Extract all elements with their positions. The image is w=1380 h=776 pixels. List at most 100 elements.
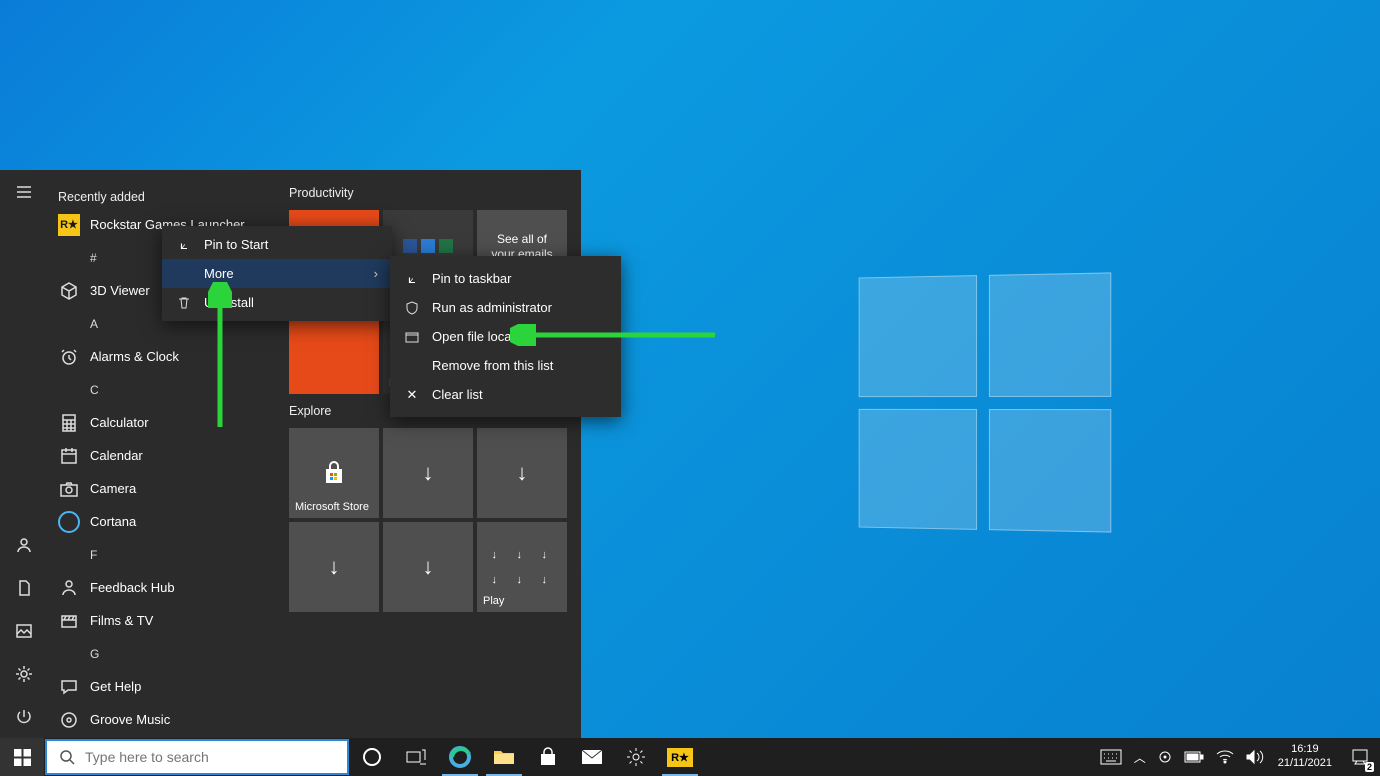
app-groove[interactable]: Groove Music <box>48 703 289 736</box>
taskbar-explorer[interactable] <box>482 738 526 776</box>
rockstar-icon: R★ <box>667 748 693 767</box>
letter-g[interactable]: G <box>48 637 289 670</box>
pin-icon: ⟀ <box>176 237 192 253</box>
film-icon <box>58 610 80 632</box>
task-view-button[interactable] <box>394 738 438 776</box>
tray-chevron[interactable]: ︿ <box>1128 738 1152 776</box>
app-films[interactable]: Films & TV <box>48 604 289 637</box>
camera-icon <box>58 478 80 500</box>
tray-volume[interactable] <box>1240 738 1270 776</box>
ctx-pin-start[interactable]: ⟀ Pin to Start <box>162 230 392 259</box>
gear-icon <box>626 747 646 767</box>
taskbar-edge[interactable] <box>438 738 482 776</box>
power-icon[interactable] <box>0 695 48 738</box>
tile-download-2[interactable]: ↓ <box>477 428 567 518</box>
ctx-clear[interactable]: ✕ Clear list <box>390 380 621 409</box>
taskbar-store[interactable] <box>526 738 570 776</box>
mail-icon <box>581 749 603 765</box>
close-icon: ✕ <box>404 387 420 403</box>
location-icon <box>1158 750 1172 764</box>
desktop: Recently added R★ Rockstar Games Launche… <box>0 0 1380 776</box>
windows-icon <box>14 749 31 766</box>
download-icon: ↓ <box>329 554 340 580</box>
start-button[interactable] <box>0 738 44 776</box>
app-calculator[interactable]: Calculator <box>48 406 289 439</box>
taskbar-mail[interactable] <box>570 738 614 776</box>
ctx-more[interactable]: More › <box>162 259 392 288</box>
ctx-open-location[interactable]: Open file location <box>390 322 621 351</box>
ctx-pin-taskbar[interactable]: ⟀ Pin to taskbar <box>390 264 621 293</box>
search-box[interactable] <box>45 739 349 775</box>
tile-download-1[interactable]: ↓ <box>383 428 473 518</box>
app-camera[interactable]: Camera <box>48 472 289 505</box>
tile-download-3[interactable]: ↓ <box>289 522 379 612</box>
letter-f[interactable]: F <box>48 538 289 571</box>
ctx-uninstall[interactable]: Uninstall <box>162 288 392 317</box>
pin-icon: ⟀ <box>404 271 420 287</box>
pictures-icon[interactable] <box>0 609 48 652</box>
context-menu-more: ⟀ Pin to taskbar Run as administrator Op… <box>390 256 621 417</box>
bag-icon <box>320 459 348 487</box>
system-tray: ︿ 16:19 21/11/2021 2 <box>1094 738 1380 776</box>
user-icon[interactable] <box>0 523 48 566</box>
disc-icon <box>58 709 80 731</box>
tray-keyboard[interactable] <box>1094 738 1128 776</box>
chevron-right-icon: › <box>374 266 378 281</box>
search-input[interactable] <box>85 749 335 765</box>
ctx-remove[interactable]: Remove from this list <box>390 351 621 380</box>
folder-icon <box>493 748 515 766</box>
tray-clock[interactable]: 16:19 21/11/2021 <box>1270 743 1340 771</box>
wifi-icon <box>1216 750 1234 764</box>
calculator-icon <box>58 412 80 434</box>
tile-play[interactable]: ↓↓↓↓↓↓ Play <box>477 522 567 612</box>
tray-location[interactable] <box>1152 738 1178 776</box>
taskbar-rockstar[interactable]: R★ <box>658 738 702 776</box>
cortana-icon <box>58 511 80 533</box>
taskbar: R★ ︿ 16:19 21/11/2021 2 <box>0 738 1380 776</box>
tray-wifi[interactable] <box>1210 738 1240 776</box>
chevron-up-icon: ︿ <box>1134 749 1146 766</box>
tray-battery[interactable] <box>1178 738 1210 776</box>
ctx-run-admin[interactable]: Run as administrator <box>390 293 621 322</box>
tray-time-text: 16:19 <box>1291 743 1319 757</box>
cube-icon <box>58 280 80 302</box>
start-rail <box>0 170 48 738</box>
cortana-button[interactable] <box>350 738 394 776</box>
battery-icon <box>1184 751 1204 763</box>
context-menu-app: ⟀ Pin to Start More › Uninstall <box>162 226 392 321</box>
app-gethelp[interactable]: Get Help <box>48 670 289 703</box>
rockstar-icon: R★ <box>58 214 80 236</box>
app-calendar[interactable]: Calendar <box>48 439 289 472</box>
tile-store[interactable]: Microsoft Store <box>289 428 379 518</box>
folder-icon <box>404 330 420 344</box>
tile-download-4[interactable]: ↓ <box>383 522 473 612</box>
shield-icon <box>404 301 420 315</box>
search-icon <box>59 749 75 765</box>
productivity-header: Productivity <box>289 186 571 200</box>
hamburger-icon[interactable] <box>0 170 48 213</box>
recently-added-header: Recently added <box>48 186 289 208</box>
bag-icon <box>538 747 558 767</box>
app-feedback[interactable]: Feedback Hub <box>48 571 289 604</box>
calendar-icon <box>58 445 80 467</box>
windows-logo <box>859 272 1112 532</box>
trash-icon <box>176 296 192 310</box>
cortana-icon <box>363 748 381 766</box>
app-alarms[interactable]: Alarms & Clock <box>48 340 289 373</box>
taskbar-settings[interactable] <box>614 738 658 776</box>
tray-notifications[interactable]: 2 <box>1340 738 1380 776</box>
tray-date-text: 21/11/2021 <box>1278 757 1332 771</box>
chat-icon <box>58 676 80 698</box>
notification-badge: 2 <box>1365 762 1374 772</box>
person-icon <box>58 577 80 599</box>
letter-c[interactable]: C <box>48 373 289 406</box>
app-cortana[interactable]: Cortana <box>48 505 289 538</box>
volume-icon <box>1246 749 1264 765</box>
keyboard-icon <box>1100 749 1122 765</box>
clock-icon <box>58 346 80 368</box>
settings-icon[interactable] <box>0 652 48 695</box>
documents-icon[interactable] <box>0 566 48 609</box>
task-view-icon <box>406 749 426 765</box>
download-icon: ↓ <box>517 460 528 486</box>
download-icon: ↓ <box>423 554 434 580</box>
